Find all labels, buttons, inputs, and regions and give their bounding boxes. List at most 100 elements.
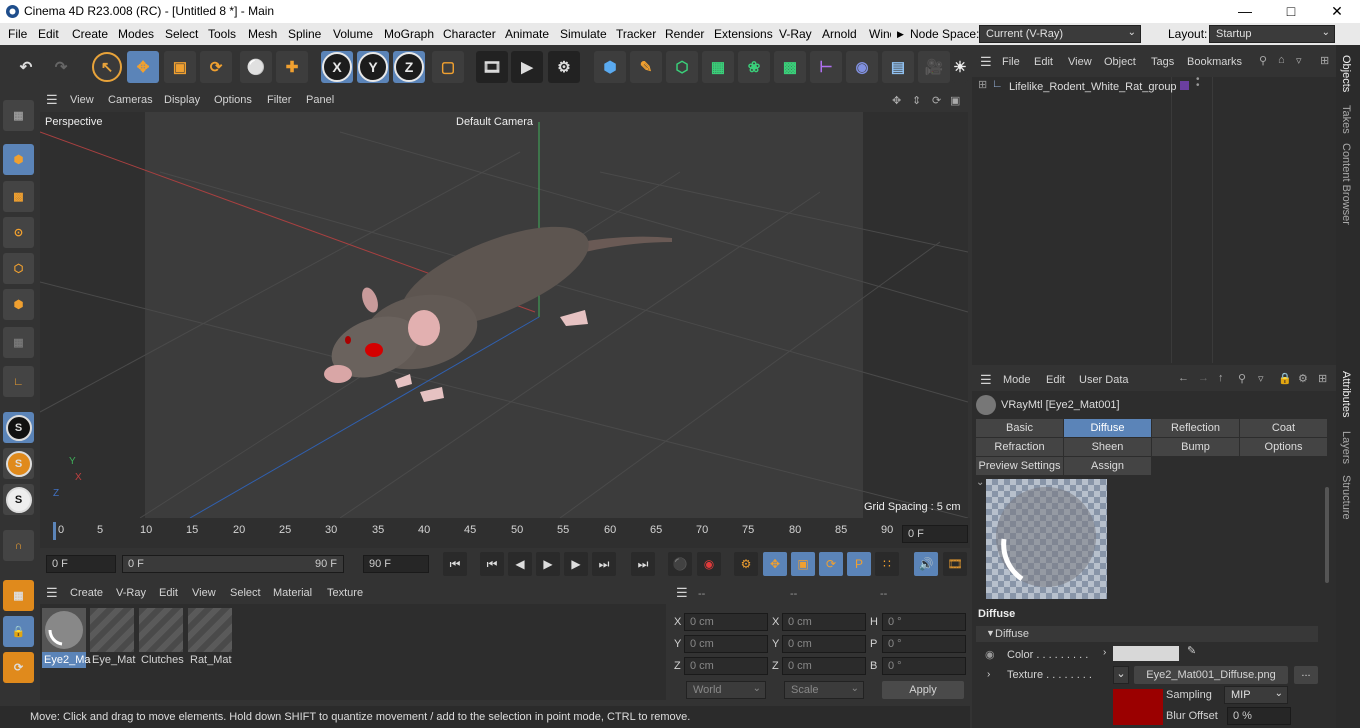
viewport[interactable]: Perspective Default Camera Grid Spacing … <box>40 112 968 518</box>
goto-start-icon[interactable]: ⏮ <box>443 552 467 576</box>
quantize-toggle[interactable]: S <box>3 448 34 479</box>
render-view-icon[interactable]: 🎞 <box>476 51 508 83</box>
start-frame-field[interactable]: 0 F <box>46 555 116 573</box>
goto-end-icon[interactable]: ⏭ <box>631 552 655 576</box>
y-axis-lock[interactable]: Y <box>357 51 389 83</box>
snap-settings[interactable]: S <box>3 484 34 515</box>
tab-options[interactable]: Options <box>1240 438 1327 456</box>
visibility-dots-icon[interactable]: • • <box>1196 75 1200 91</box>
menu-window[interactable]: Wind <box>869 27 891 41</box>
texture-dropdown[interactable]: ⌄ <box>1113 666 1129 684</box>
frame-range-slider[interactable]: 0 F 90 F <box>122 555 344 573</box>
key-scale-icon[interactable]: ▣ <box>791 552 815 576</box>
make-editable-icon[interactable]: ▦ <box>3 100 34 131</box>
next-frame-icon[interactable]: ▶ <box>564 552 588 576</box>
close-button[interactable]: ✕ <box>1314 0 1360 23</box>
eyedropper-icon[interactable]: ✎ <box>1187 644 1196 657</box>
menu-spline[interactable]: Spline <box>288 27 321 41</box>
obj-menu-view[interactable]: View <box>1068 56 1092 68</box>
lock-workplane-icon[interactable]: 🔒 <box>3 616 34 647</box>
home-icon[interactable]: ⌂ <box>1278 54 1285 66</box>
menu-edit[interactable]: Edit <box>38 27 59 41</box>
position-y-field[interactable]: 0 cm <box>684 635 768 653</box>
side-tab-content-browser[interactable]: Content Browser <box>1340 143 1352 225</box>
viewport-menu-view[interactable]: View <box>70 94 94 106</box>
model-mode-icon[interactable]: ⬢ <box>3 144 34 175</box>
key-pla-icon[interactable]: ∷ <box>875 552 899 576</box>
workplane-icon[interactable]: ▦ <box>3 580 34 611</box>
points-mode-icon[interactable]: ⊙ <box>3 217 34 248</box>
search-icon[interactable]: ⚲ <box>1259 54 1267 67</box>
viewport-menu-display[interactable]: Display <box>164 94 200 106</box>
menu-tracker[interactable]: Tracker <box>616 27 656 41</box>
mat-menu-vray[interactable]: V-Ray <box>116 587 146 599</box>
size-x-field[interactable]: 0 cm <box>782 613 866 631</box>
back-arrow-icon[interactable]: ← <box>1178 372 1189 384</box>
obj-menu-bookmarks[interactable]: Bookmarks <box>1187 56 1245 68</box>
pen-icon[interactable]: ✎ <box>630 51 662 83</box>
snap-toggle[interactable]: S <box>3 412 34 443</box>
polygons-mode-icon[interactable]: ⬢ <box>3 289 34 320</box>
radio-icon[interactable]: ◉ <box>985 648 995 661</box>
menu-extensions[interactable]: Extensions <box>714 27 773 41</box>
menu-create[interactable]: Create <box>72 27 108 41</box>
prev-frame-icon[interactable]: ◀ <box>508 552 532 576</box>
material-swatch-clutches[interactable]: Clutches <box>139 608 184 668</box>
filter-icon[interactable]: ▿ <box>1296 54 1302 67</box>
mat-menu-texture[interactable]: Texture <box>327 587 363 599</box>
menu-select[interactable]: Select <box>165 27 198 41</box>
material-preview-large[interactable] <box>986 479 1107 599</box>
hamburger-icon[interactable]: ☰ <box>46 585 58 601</box>
rotate-icon[interactable]: ⟳ <box>200 51 232 83</box>
hamburger-icon[interactable]: ☰ <box>980 54 992 70</box>
menu-mograph[interactable]: MoGraph <box>384 27 434 41</box>
position-x-field[interactable]: 0 cm <box>684 613 768 631</box>
menu-more-arrow-icon[interactable]: ▶ <box>897 29 904 40</box>
menu-volume[interactable]: Volume <box>333 27 373 41</box>
attr-menu-userdata[interactable]: User Data <box>1079 374 1129 386</box>
settings-icon[interactable]: ⚙ <box>1298 372 1308 385</box>
lock-icon[interactable]: 🔒 <box>1278 372 1292 385</box>
world-dropdown[interactable]: World ⌄ <box>686 681 766 699</box>
texture-mode-icon[interactable]: ▩ <box>3 181 34 212</box>
scrollbar[interactable] <box>1325 487 1329 583</box>
workplane-rotate-icon[interactable]: ⟳ <box>3 652 34 683</box>
tab-bump[interactable]: Bump <box>1152 438 1239 456</box>
tab-basic[interactable]: Basic <box>976 419 1063 437</box>
mat-menu-select[interactable]: Select <box>230 587 261 599</box>
key-rotation-icon[interactable]: ⟳ <box>819 552 843 576</box>
key-parameter-icon[interactable]: P <box>847 552 871 576</box>
rotation-b-field[interactable]: 0 ° <box>882 657 966 675</box>
move-icon[interactable]: ✥ <box>127 51 159 83</box>
undo-icon[interactable]: ↶ <box>10 51 42 83</box>
render-settings-icon[interactable]: ⚙ <box>548 51 580 83</box>
viewport-pan-icon[interactable]: ✥ <box>892 94 901 107</box>
position-z-field[interactable]: 0 cm <box>684 657 768 675</box>
new-panel-icon[interactable]: ⊞ <box>1318 372 1327 385</box>
cube-icon[interactable]: ⬢ <box>594 51 626 83</box>
hamburger-icon[interactable]: ☰ <box>980 372 992 388</box>
tab-reflection[interactable]: Reflection <box>1152 419 1239 437</box>
edges-mode-icon[interactable]: ⬡ <box>3 253 34 284</box>
film-icon[interactable]: 🎞 <box>943 552 967 576</box>
light-icon[interactable]: ☀ <box>952 51 968 83</box>
expand-arrow-icon[interactable]: › <box>1103 647 1106 658</box>
fracture-icon[interactable]: ▩ <box>774 51 806 83</box>
scale-icon[interactable]: ▣ <box>164 51 196 83</box>
menu-vray[interactable]: V-Ray <box>779 27 812 41</box>
expand-icon[interactable]: ⊞ <box>978 78 987 91</box>
camera-name-label[interactable]: Default Camera <box>456 116 533 128</box>
tab-refraction[interactable]: Refraction <box>976 438 1063 456</box>
z-axis-lock[interactable]: Z <box>393 51 425 83</box>
material-swatch-rat[interactable]: Rat_Mat <box>188 608 232 668</box>
obj-menu-edit[interactable]: Edit <box>1034 56 1053 68</box>
node-space-dropdown[interactable]: Current (V-Ray) ⌄ <box>979 25 1141 43</box>
new-panel-icon[interactable]: ⊞ <box>1320 54 1329 67</box>
texture-thumbnail[interactable] <box>1113 689 1163 725</box>
scale-dropdown[interactable]: Scale ⌄ <box>784 681 864 699</box>
mat-menu-edit[interactable]: Edit <box>159 587 178 599</box>
side-tab-layers[interactable]: Layers <box>1340 431 1352 464</box>
tab-sheen[interactable]: Sheen <box>1064 438 1151 456</box>
uv-mode-icon[interactable]: ▦ <box>3 327 34 358</box>
transform-icon[interactable]: ✚ <box>276 51 308 83</box>
